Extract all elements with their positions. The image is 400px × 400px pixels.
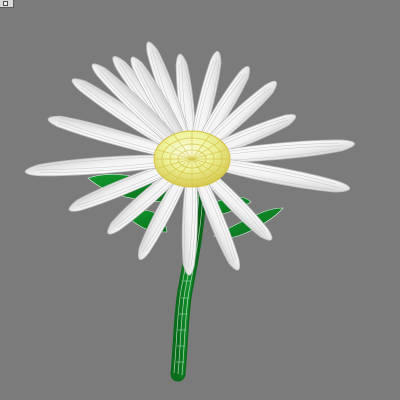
flower-center xyxy=(153,130,231,188)
3d-viewport[interactable] xyxy=(0,0,400,400)
daisy-model-scene xyxy=(24,41,355,382)
